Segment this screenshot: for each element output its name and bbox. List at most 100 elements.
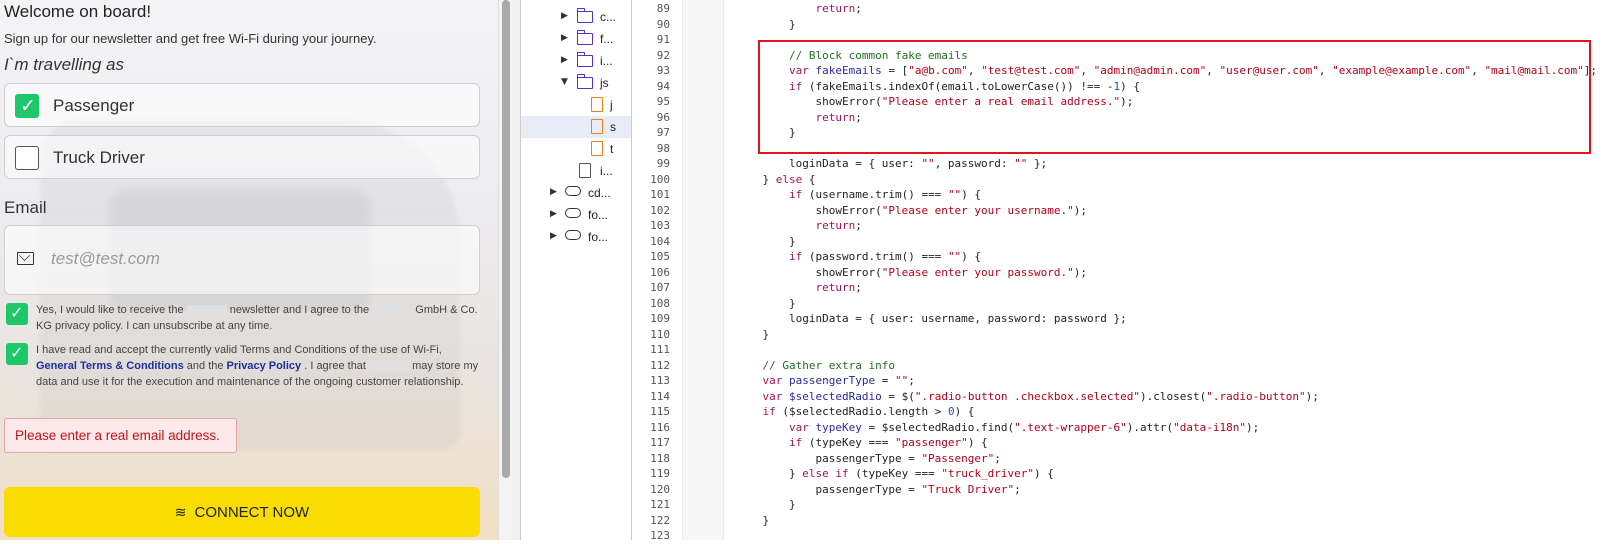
tree-item-origin[interactable]: ▶ fo...: [521, 204, 631, 226]
line-number: 98: [656, 141, 670, 155]
redacted-brand: [372, 304, 413, 316]
option-passenger[interactable]: Passenger: [4, 83, 480, 127]
line-number: 90: [656, 17, 670, 31]
line-number: 120: [650, 482, 670, 496]
folder-icon: [576, 30, 593, 45]
line-number: 106: [650, 265, 670, 279]
code-line[interactable]: }: [736, 234, 796, 250]
passenger-checkbox[interactable]: [15, 94, 39, 118]
privacy-policy-link[interactable]: Privacy Policy: [227, 360, 302, 372]
code-line[interactable]: if (fakeEmails.indexOf(email.toLowerCase…: [736, 79, 1140, 95]
pane-divider[interactable]: [512, 0, 521, 540]
code-line[interactable]: loginData = { user: "", password: "" };: [736, 156, 1047, 172]
tree-item-label: cd...: [588, 186, 611, 200]
tree-item-label: c...: [600, 10, 617, 24]
tree-item-label: fo...: [588, 208, 609, 222]
connect-now-button[interactable]: ≋ CONNECT NOW: [4, 487, 480, 537]
line-number: 97: [656, 126, 670, 139]
code-line[interactable]: if (username.trim() === "") {: [736, 187, 981, 203]
code-line[interactable]: showError("Please enter a real email add…: [736, 94, 1133, 110]
code-line[interactable]: return;: [736, 1, 861, 17]
email-field[interactable]: [4, 225, 480, 295]
portal-scrollbar[interactable]: [498, 0, 513, 540]
code-line[interactable]: }: [736, 327, 769, 343]
chevron-down-icon[interactable]: ▼: [561, 77, 568, 87]
chevron-right-icon[interactable]: ▶: [561, 55, 568, 65]
js-file-icon: [591, 97, 603, 112]
line-number: 95: [656, 95, 670, 108]
code-line[interactable]: var $selectedRadio = $(".radio-button .c…: [736, 389, 1319, 405]
code-line[interactable]: return;: [736, 280, 861, 296]
chevron-right-icon[interactable]: ▶: [550, 209, 557, 219]
tree-item-folder[interactable]: ▶ i...: [521, 50, 631, 72]
folder-icon: [576, 74, 593, 89]
code-line[interactable]: var passengerType = "";: [736, 373, 915, 389]
tree-item-folder[interactable]: ▶ f...: [521, 28, 631, 50]
line-number: 103: [650, 219, 670, 232]
code-line[interactable]: }: [736, 17, 796, 33]
code-line[interactable]: }: [736, 125, 796, 141]
newsletter-text: newsletter and I agree to the: [229, 304, 370, 316]
line-number: 121: [650, 498, 670, 511]
line-number: 123: [650, 529, 670, 542]
tree-item-folder[interactable]: ▶ c...: [521, 6, 631, 28]
line-number: 114: [650, 389, 670, 403]
code-line[interactable]: if (typeKey === "passenger") {: [736, 435, 988, 451]
code-line[interactable]: // Block common fake emails: [736, 48, 968, 64]
code-line[interactable]: } else if (typeKey === "truck_driver") {: [736, 466, 1054, 482]
terms-checkbox[interactable]: [6, 343, 28, 365]
tree-item-origin[interactable]: ▶ cd...: [521, 182, 631, 204]
page-subtitle: Sign up for our newsletter and get free …: [4, 31, 377, 46]
code-line[interactable]: loginData = { user: username, password: …: [736, 311, 1127, 327]
mail-icon: [17, 252, 34, 265]
code-line[interactable]: showError("Please enter your username.")…: [736, 203, 1087, 219]
tree-item-file-selected[interactable]: s: [521, 116, 631, 138]
tree-item-file[interactable]: i...: [521, 160, 631, 182]
tree-item-label: i...: [600, 164, 613, 178]
line-number: 93: [656, 64, 670, 77]
code-line[interactable]: var fakeEmails = ["a@b.com", "test@test.…: [736, 63, 1597, 79]
tree-item-label: f...: [600, 32, 614, 46]
code-line[interactable]: passengerType = "Truck Driver";: [736, 482, 1020, 498]
redacted-brand: [186, 304, 227, 316]
tree-item-label: js: [600, 76, 609, 90]
chevron-right-icon[interactable]: ▶: [550, 187, 557, 197]
cloud-icon: [565, 208, 581, 218]
chevron-right-icon[interactable]: ▶: [561, 11, 568, 21]
option-truck-driver[interactable]: Truck Driver: [4, 135, 480, 179]
code-line[interactable]: return;: [736, 218, 861, 234]
email-label: Email: [4, 198, 47, 217]
code-line[interactable]: }: [736, 497, 796, 513]
chevron-right-icon[interactable]: ▶: [561, 33, 568, 43]
newsletter-text: Yes, I would like to receive the: [36, 304, 184, 316]
line-number-gutter: 89 90 91 92 93 94 95 96 97 98 99 100 101 102 103 104 105…: [632, 0, 672, 542]
traveling-as-heading: I`m travelling as: [4, 55, 124, 74]
code-line[interactable]: }: [736, 513, 769, 529]
email-input[interactable]: [49, 248, 453, 270]
code-line[interactable]: return;: [736, 110, 861, 126]
tree-item-file[interactable]: j: [521, 94, 631, 116]
scrollbar-thumb[interactable]: [502, 0, 510, 478]
code-line[interactable]: }: [736, 296, 796, 312]
file-tree: ▶ c... ▶ f... ▶ i... ▼ js j s t i... ▶ c…: [521, 0, 631, 540]
tree-item-file[interactable]: t: [521, 138, 631, 160]
line-number: 118: [650, 451, 670, 465]
tree-item-origin[interactable]: ▶ fo...: [521, 226, 631, 248]
truck-driver-checkbox[interactable]: [15, 146, 39, 170]
code-line[interactable]: // Gather extra info: [736, 358, 895, 374]
line-number: 104: [650, 234, 670, 248]
code-line[interactable]: var typeKey = $selectedRadio.find(".text…: [736, 420, 1259, 436]
code-line[interactable]: passengerType = "Passenger";: [736, 451, 1000, 467]
newsletter-checkbox[interactable]: [6, 303, 28, 325]
chevron-right-icon[interactable]: ▶: [550, 231, 557, 241]
terms-text: . I agree that: [304, 360, 366, 372]
terms-link[interactable]: General Terms & Conditions: [36, 360, 184, 372]
code-line[interactable]: } else {: [736, 172, 815, 188]
code-editor[interactable]: 89 90 91 92 93 94 95 96 97 98 99 100 101 102 103 104 105…: [632, 0, 1603, 542]
code-line[interactable]: showError("Please enter your password.")…: [736, 265, 1087, 281]
code-line[interactable]: if ($selectedRadio.length > 0) {: [736, 404, 975, 420]
tree-item-folder-js[interactable]: ▼ js: [521, 72, 631, 94]
line-number: 101: [650, 188, 670, 201]
line-number: 111: [650, 343, 670, 356]
code-line[interactable]: if (password.trim() === "") {: [736, 249, 981, 265]
